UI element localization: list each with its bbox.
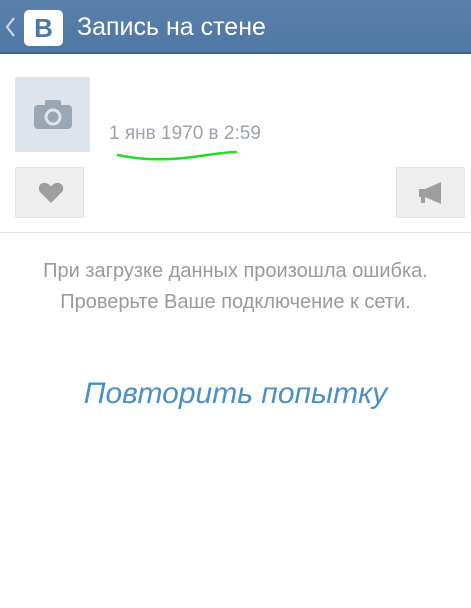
avatar[interactable] xyxy=(15,77,90,152)
heart-icon xyxy=(38,182,64,203)
error-message: При загрузке данных произошла ошибка. Пр… xyxy=(43,260,428,313)
page-title: Запись на стене xyxy=(77,13,266,41)
chevron-left-icon[interactable] xyxy=(4,14,16,40)
green-annotation-underline xyxy=(116,150,238,161)
wall-post-screen: В Запись на стене 1 янв 1970 в 2:59 При … xyxy=(0,0,471,608)
camera-icon xyxy=(34,100,72,129)
action-bar: В Запись на стене xyxy=(0,0,471,54)
divider xyxy=(0,232,471,233)
retry-button[interactable]: Повторить попытку xyxy=(0,374,471,414)
like-button[interactable] xyxy=(15,167,84,218)
vk-logo[interactable]: В xyxy=(24,10,63,46)
share-button[interactable] xyxy=(396,167,465,218)
post-date: 1 янв 1970 в 2:59 xyxy=(109,123,261,144)
megaphone-icon xyxy=(419,182,441,204)
